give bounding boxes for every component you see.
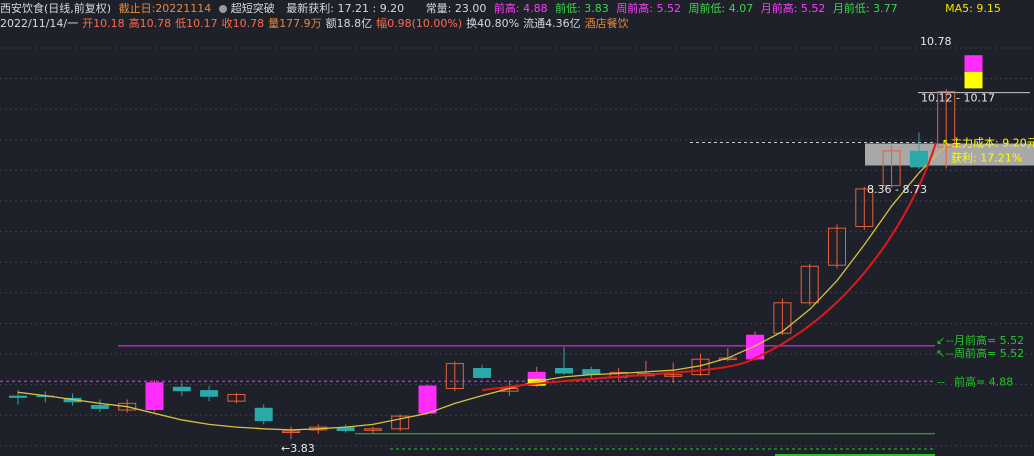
prev-high-label: 前高= 4.88 xyxy=(954,374,1013,388)
candle-body-signal xyxy=(964,55,983,72)
week-arrow-icon: ↖ xyxy=(936,347,945,360)
cost-arrow-icon: ↖ xyxy=(942,137,951,150)
candle-body-down xyxy=(9,395,27,398)
candle-body-signal xyxy=(964,71,983,89)
annotation-labels: 10.7810.12 - 10.17↖ 主力成本: 9.20元获利: 17.21%… xyxy=(281,35,1034,455)
profit-label: 获利: 17.21% xyxy=(951,152,1022,165)
candle-body-down xyxy=(473,368,492,378)
candle-body-down xyxy=(172,386,191,392)
candlestick-chart[interactable]: 10.7810.12 - 10.17↖ 主力成本: 9.20元获利: 17.21%… xyxy=(0,0,1034,456)
cost-label: 主力成本: 9.20元 xyxy=(951,136,1034,150)
candle-body-signal xyxy=(418,385,437,414)
candle-body-down xyxy=(90,405,109,409)
candle-body-down xyxy=(909,150,928,168)
candle-body-down xyxy=(254,407,273,422)
prev-high-dash: -- xyxy=(937,375,945,388)
month-arrow-icon: ↙ xyxy=(936,334,945,347)
month-high-label: --月前高= 5.52 xyxy=(946,333,1024,347)
candle-body-signal xyxy=(145,382,164,410)
high-price-label: 10.78 xyxy=(920,35,952,48)
range-mid-label: 8.36 - 8.73 xyxy=(867,183,927,196)
candle-body-down xyxy=(200,390,219,397)
low-marker-label: ←3.83 xyxy=(281,442,315,455)
cost-curve xyxy=(481,142,937,392)
candle-body-signal xyxy=(527,371,546,379)
range-top-label: 10.12 - 10.17 xyxy=(921,92,995,105)
week-high-label: --周前高= 5.52 xyxy=(946,346,1024,360)
candle-body-down xyxy=(555,368,573,374)
